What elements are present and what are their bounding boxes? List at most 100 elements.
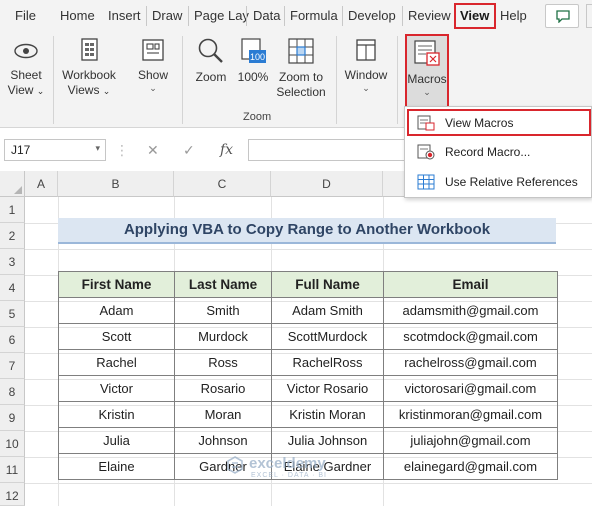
cell-full-name[interactable]: Julia Johnson bbox=[271, 427, 384, 454]
zoom-to-selection-button[interactable]: Zoom to Selection bbox=[273, 36, 329, 100]
comments-button[interactable] bbox=[545, 4, 579, 28]
zoom-button[interactable]: Zoom bbox=[190, 36, 232, 85]
cell-full-name[interactable]: ScottMurdock bbox=[271, 323, 384, 350]
row-header-2[interactable]: 2 bbox=[0, 223, 25, 249]
column-header-a[interactable]: A bbox=[25, 171, 58, 197]
row-header-5[interactable]: 5 bbox=[0, 301, 25, 327]
insert-function-icon[interactable]: fx bbox=[220, 142, 233, 158]
workbook-views-button[interactable]: Workbook Views ⌄ bbox=[58, 36, 120, 99]
cell-last-name[interactable]: Smith bbox=[174, 297, 272, 324]
select-all-corner[interactable] bbox=[0, 171, 25, 197]
row-header-10[interactable]: 10 bbox=[0, 431, 25, 457]
cell-full-name[interactable]: Kristin Moran bbox=[271, 401, 384, 428]
use-relative-references-menu-item[interactable]: Use Relative References bbox=[405, 169, 592, 195]
zoom-100-label: 100% bbox=[237, 70, 269, 84]
ribbon-separator bbox=[182, 36, 183, 124]
sheet-view-button[interactable]: Sheet View ⌄ bbox=[4, 36, 48, 99]
cell-email[interactable]: scotmdock@gmail.com bbox=[383, 323, 558, 350]
row-header-4[interactable]: 4 bbox=[0, 275, 25, 301]
menu-help[interactable]: Help bbox=[500, 8, 527, 23]
table-row: Adam Smith Adam Smith adamsmith@gmail.co… bbox=[58, 297, 558, 324]
cell-first-name[interactable]: Kristin bbox=[58, 401, 175, 428]
menu-page-layout[interactable]: Page Lay bbox=[194, 8, 249, 23]
row-header-7[interactable]: 7 bbox=[0, 353, 25, 379]
cell-full-name[interactable]: RachelRoss bbox=[271, 349, 384, 376]
name-box[interactable]: J17 ▾ bbox=[4, 139, 106, 161]
cell-first-name[interactable]: Rachel bbox=[58, 349, 175, 376]
menu-data[interactable]: Data bbox=[253, 8, 280, 23]
cell-email[interactable]: rachelross@gmail.com bbox=[383, 349, 558, 376]
ribbon-separator bbox=[53, 36, 54, 124]
row-header-8[interactable]: 8 bbox=[0, 379, 25, 405]
table-row: Rachel Ross RachelRoss rachelross@gmail.… bbox=[58, 349, 558, 376]
record-macro-menu-item[interactable]: Record Macro... bbox=[405, 139, 592, 165]
header-last-name[interactable]: Last Name bbox=[174, 271, 272, 298]
row-header-9[interactable]: 9 bbox=[0, 405, 25, 431]
relative-references-icon bbox=[417, 174, 435, 190]
column-header-b[interactable]: B bbox=[58, 171, 174, 197]
header-email[interactable]: Email bbox=[383, 271, 558, 298]
cell-email[interactable]: juliajohn@gmail.com bbox=[383, 427, 558, 454]
row-header-11[interactable]: 11 bbox=[0, 457, 25, 483]
macros-label: Macros bbox=[407, 72, 447, 86]
show-button[interactable]: Show ⌄ bbox=[132, 36, 174, 93]
zoom-to-selection-icon bbox=[288, 38, 314, 64]
watermark-logo: exceldemy EXCEL · DATA · BI bbox=[225, 455, 326, 479]
row-header-6[interactable]: 6 bbox=[0, 327, 25, 353]
cell-full-name[interactable]: Victor Rosario bbox=[271, 375, 384, 402]
name-box-dropdown-icon[interactable]: ▾ bbox=[95, 143, 100, 154]
cell-email[interactable]: elainegard@gmail.com bbox=[383, 453, 558, 480]
window-button[interactable]: Window ⌄ bbox=[341, 36, 391, 93]
macros-dropdown-menu: View Macros Record Macro... Use Relative… bbox=[404, 106, 592, 198]
use-relative-references-label: Use Relative References bbox=[445, 175, 578, 189]
cell-first-name[interactable]: Julia bbox=[58, 427, 175, 454]
share-button[interactable] bbox=[586, 4, 592, 28]
row-header-12[interactable]: 12 bbox=[0, 483, 25, 506]
cell-first-name[interactable]: Victor bbox=[58, 375, 175, 402]
formula-bar-dots: ⋮ bbox=[115, 142, 129, 158]
column-header-c[interactable]: C bbox=[174, 171, 271, 197]
table-row: Julia Johnson Julia Johnson juliajohn@gm… bbox=[58, 427, 558, 454]
menu-bar: File Home Insert Draw Page Lay Data Form… bbox=[0, 0, 592, 32]
menu-review[interactable]: Review bbox=[408, 8, 451, 23]
cell-full-name[interactable]: Adam Smith bbox=[271, 297, 384, 324]
watermark-tagline: EXCEL · DATA · BI bbox=[251, 472, 327, 479]
menu-separator bbox=[246, 6, 247, 26]
menu-file[interactable]: File bbox=[15, 8, 36, 23]
sheet-title[interactable]: Applying VBA to Copy Range to Another Wo… bbox=[58, 218, 556, 244]
zoom-100-button[interactable]: 100 100% bbox=[236, 36, 270, 85]
cell-first-name[interactable]: Elaine bbox=[58, 453, 175, 480]
menu-developer[interactable]: Develop bbox=[348, 8, 396, 23]
cell-last-name[interactable]: Rosario bbox=[174, 375, 272, 402]
row-header-3[interactable]: 3 bbox=[0, 249, 25, 275]
menu-formulas[interactable]: Formula bbox=[290, 8, 338, 23]
cell-email[interactable]: adamsmith@gmail.com bbox=[383, 297, 558, 324]
header-first-name[interactable]: First Name bbox=[58, 271, 175, 298]
column-header-d[interactable]: D bbox=[271, 171, 383, 197]
menu-home[interactable]: Home bbox=[60, 8, 95, 23]
cell-last-name[interactable]: Johnson bbox=[174, 427, 272, 454]
cell-email[interactable]: kristinmoran@gmail.com bbox=[383, 401, 558, 428]
menu-insert[interactable]: Insert bbox=[108, 8, 141, 23]
header-full-name[interactable]: Full Name bbox=[271, 271, 384, 298]
macros-button[interactable]: Macros ⌄ bbox=[405, 38, 449, 97]
cell-last-name[interactable]: Moran bbox=[174, 401, 272, 428]
sheet-view-label: Sheet bbox=[10, 68, 42, 82]
enter-icon[interactable]: ✓ bbox=[183, 142, 195, 159]
menu-draw[interactable]: Draw bbox=[152, 8, 182, 23]
ribbon-separator bbox=[336, 36, 337, 124]
macros-icon bbox=[414, 40, 440, 66]
zoom-to-selection-label-2: Selection bbox=[276, 85, 326, 99]
table-row: Victor Rosario Victor Rosario victorosar… bbox=[58, 375, 558, 402]
show-label: Show bbox=[137, 68, 169, 82]
workbook-views-icon bbox=[81, 38, 98, 61]
cell-last-name[interactable]: Murdock bbox=[174, 323, 272, 350]
table-row: Kristin Moran Kristin Moran kristinmoran… bbox=[58, 401, 558, 428]
cell-email[interactable]: victorosari@gmail.com bbox=[383, 375, 558, 402]
cell-first-name[interactable]: Adam bbox=[58, 297, 175, 324]
menu-separator bbox=[342, 6, 343, 26]
cell-first-name[interactable]: Scott bbox=[58, 323, 175, 350]
cell-last-name[interactable]: Ross bbox=[174, 349, 272, 376]
cancel-icon[interactable]: ✕ bbox=[147, 142, 159, 159]
row-header-1[interactable]: 1 bbox=[0, 197, 25, 223]
